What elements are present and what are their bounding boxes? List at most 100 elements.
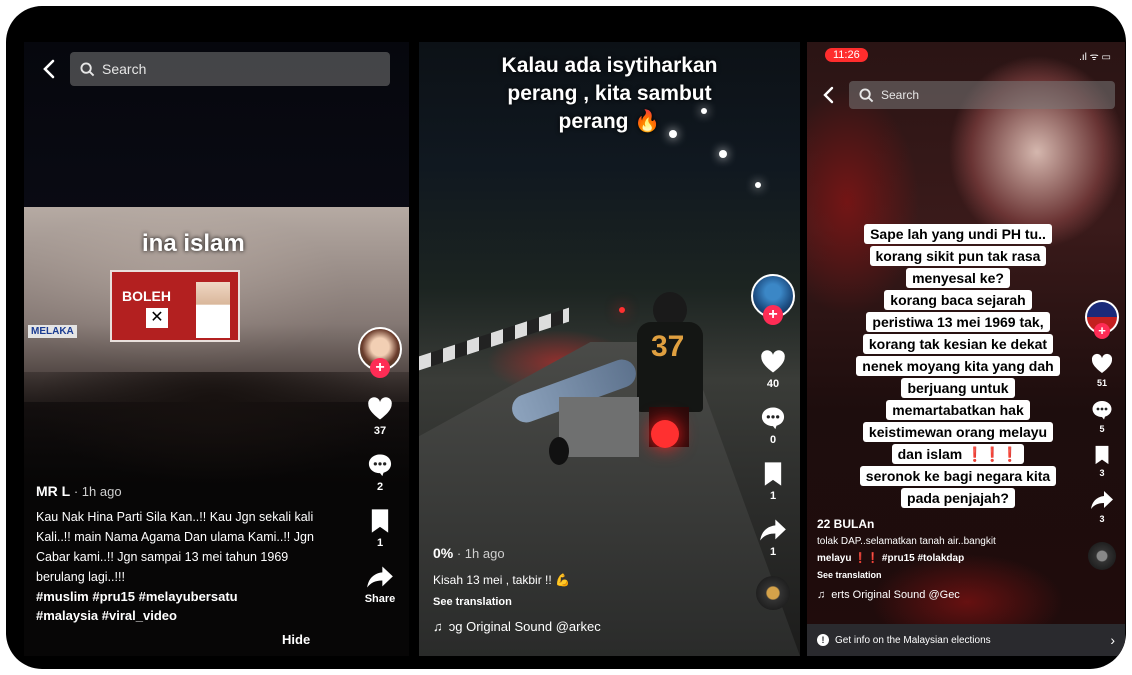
share-button[interactable]: Share xyxy=(364,563,396,605)
bookmark-icon xyxy=(1095,445,1109,465)
overlay-line-1: Kalau ada isytiharkan xyxy=(501,54,718,77)
clock: 11:26 xyxy=(825,48,868,62)
share-label: Share xyxy=(364,593,396,605)
share-arrow-icon xyxy=(367,566,393,588)
video-overlay-text: Kalau ada isytiharkan perang , kita samb… xyxy=(419,52,800,136)
action-rail: + 40 0 1 1 xyxy=(751,274,795,610)
status-icons: .ıl ᯤ ▭ xyxy=(1079,52,1111,63)
share-count: 3 xyxy=(1099,514,1105,524)
comment-button[interactable]: 0 xyxy=(759,404,787,446)
ballot-x-box: ✕ xyxy=(146,308,168,328)
shop-sign: MELAKA xyxy=(28,325,77,338)
bookmark-icon xyxy=(371,509,389,533)
back-button[interactable] xyxy=(38,54,60,84)
overlay-line-2: perang , kita sambut xyxy=(507,82,712,105)
cart-with-rocket-prop xyxy=(479,307,669,467)
overlay-line: berjuang untuk xyxy=(901,378,1015,398)
overlay-line: seronok ke bagi negara kita xyxy=(859,466,1057,486)
back-arrow-icon xyxy=(43,59,55,79)
overlay-line: dan islam ❗❗❗ xyxy=(891,444,1025,464)
action-rail: + 51 5 3 3 xyxy=(1083,300,1121,570)
music-note-icon: ♫ xyxy=(433,619,443,634)
top-search-bar: Search xyxy=(38,52,390,86)
overlay-line: memartabatkan hak xyxy=(886,400,1030,420)
caption-line-2: melayu ❗❗ #pru15 #tolakdap xyxy=(817,553,965,564)
sound-name: erts Original Sound @Gec xyxy=(831,589,960,601)
back-arrow-icon xyxy=(823,86,834,104)
sound-disc-icon[interactable] xyxy=(1088,542,1116,570)
creator-username[interactable]: 0% xyxy=(433,545,453,561)
action-rail: + 37 2 1 Share xyxy=(356,327,404,605)
search-input[interactable]: Search xyxy=(849,81,1115,109)
creator-username[interactable]: 22 BULAn xyxy=(817,516,1067,533)
like-button[interactable]: 37 xyxy=(366,395,394,437)
save-count: 1 xyxy=(376,537,384,549)
top-search-bar: Search xyxy=(817,80,1115,110)
video-description: MR L · 1h ago Kau Nak Hina Parti Sila Ka… xyxy=(36,482,326,625)
caption-line-1: tolak DAP..selamatkan tanah air..bangkit xyxy=(817,536,996,547)
post-time: · 1h ago xyxy=(73,484,122,499)
hashtags-line-1[interactable]: #muslim #pru15 #melayubersatu xyxy=(36,587,326,606)
bookmark-icon xyxy=(764,462,782,486)
caption-text: Kau Nak Hina Parti Sila Kan..!! Kau Jgn … xyxy=(36,510,314,584)
comment-button[interactable]: 5 xyxy=(1090,398,1114,434)
overlay-line-3: perang 🔥 xyxy=(558,110,661,133)
video-description: 0% · 1h ago Kisah 13 mei , takbir !! 💪 S… xyxy=(433,544,733,636)
tiktok-video-panel-1[interactable]: BOLEH ✕ MELAKA ina islam Search + 37 2 1… xyxy=(24,42,409,656)
save-count: 1 xyxy=(769,490,777,502)
heart-icon xyxy=(761,350,785,373)
follow-plus-button[interactable]: + xyxy=(763,305,783,325)
creator-avatar[interactable]: + xyxy=(358,327,402,378)
search-placeholder: Search xyxy=(881,88,920,102)
follow-plus-button[interactable]: + xyxy=(1094,323,1110,339)
see-translation-link[interactable]: See translation xyxy=(817,567,1067,584)
creator-avatar[interactable]: + xyxy=(751,274,795,325)
sound-name: ɔg Original Sound @arkec xyxy=(448,619,601,634)
save-count: 3 xyxy=(1099,468,1105,478)
comment-count: 5 xyxy=(1099,424,1105,434)
like-count: 51 xyxy=(1096,378,1107,388)
back-button[interactable] xyxy=(817,80,839,110)
overlay-text-block: Sape lah yang undi PH tu.. korang sikit … xyxy=(827,224,1089,508)
share-button[interactable]: 1 xyxy=(759,516,787,558)
sound-disc-icon[interactable] xyxy=(756,576,790,610)
save-button[interactable]: 3 xyxy=(1091,444,1113,478)
status-bar: 11:26 .ıl ᯤ ▭ xyxy=(807,42,1125,68)
like-button[interactable]: 40 xyxy=(759,348,787,390)
tiktok-video-panel-2[interactable]: 37 Kalau ada isytiharkan perang , kita s… xyxy=(419,42,800,656)
hashtags-line-2[interactable]: #malaysia #viral_video xyxy=(36,606,326,625)
sound-row[interactable]: ♫ ɔg Original Sound @arkec xyxy=(433,617,733,636)
overlay-line: peristiwa 13 mei 1969 tak, xyxy=(866,312,1050,332)
election-info-banner[interactable]: ! Get info on the Malaysian elections › xyxy=(807,624,1125,656)
share-arrow-icon xyxy=(760,519,786,541)
overlay-line: menyesal ke? xyxy=(906,268,1010,288)
overlay-line: pada penjajah? xyxy=(901,488,1015,508)
save-button[interactable]: 1 xyxy=(759,460,787,502)
sound-row[interactable]: ♫ erts Original Sound @Gec xyxy=(817,587,1067,604)
tiktok-video-panel-3[interactable]: 11:26 .ıl ᯤ ▭ Search Sape lah yang undi … xyxy=(807,42,1125,656)
overlay-line: nenek moyang kita yang dah xyxy=(856,356,1060,376)
search-input[interactable]: Search xyxy=(70,52,390,86)
follow-plus-button[interactable]: + xyxy=(370,358,390,378)
like-button[interactable]: 51 xyxy=(1090,352,1114,388)
video-overlay-caption: ina islam xyxy=(142,230,245,257)
info-banner-text: Get info on the Malaysian elections xyxy=(835,634,991,646)
share-button[interactable]: 3 xyxy=(1090,488,1114,524)
caption-text: Kisah 13 mei , takbir !! 💪 xyxy=(433,573,570,587)
info-icon: ! xyxy=(817,634,829,646)
post-time: · 1h ago xyxy=(456,546,505,561)
creator-username[interactable]: MR L xyxy=(36,483,70,499)
share-arrow-icon xyxy=(1091,491,1113,509)
share-count: 1 xyxy=(769,546,777,558)
creator-avatar[interactable]: + xyxy=(1085,300,1119,339)
comment-bubble-icon xyxy=(1092,401,1112,420)
heart-icon xyxy=(368,397,392,420)
hide-button[interactable]: Hide xyxy=(282,632,310,647)
overlay-line: Sape lah yang undi PH tu.. xyxy=(864,224,1052,244)
comment-button[interactable]: 2 xyxy=(366,451,394,493)
save-button[interactable]: 1 xyxy=(366,507,394,549)
heart-icon xyxy=(1091,353,1113,373)
billboard-text: BOLEH xyxy=(122,288,171,304)
search-icon xyxy=(80,61,95,76)
see-translation-link[interactable]: See translation xyxy=(433,593,733,612)
